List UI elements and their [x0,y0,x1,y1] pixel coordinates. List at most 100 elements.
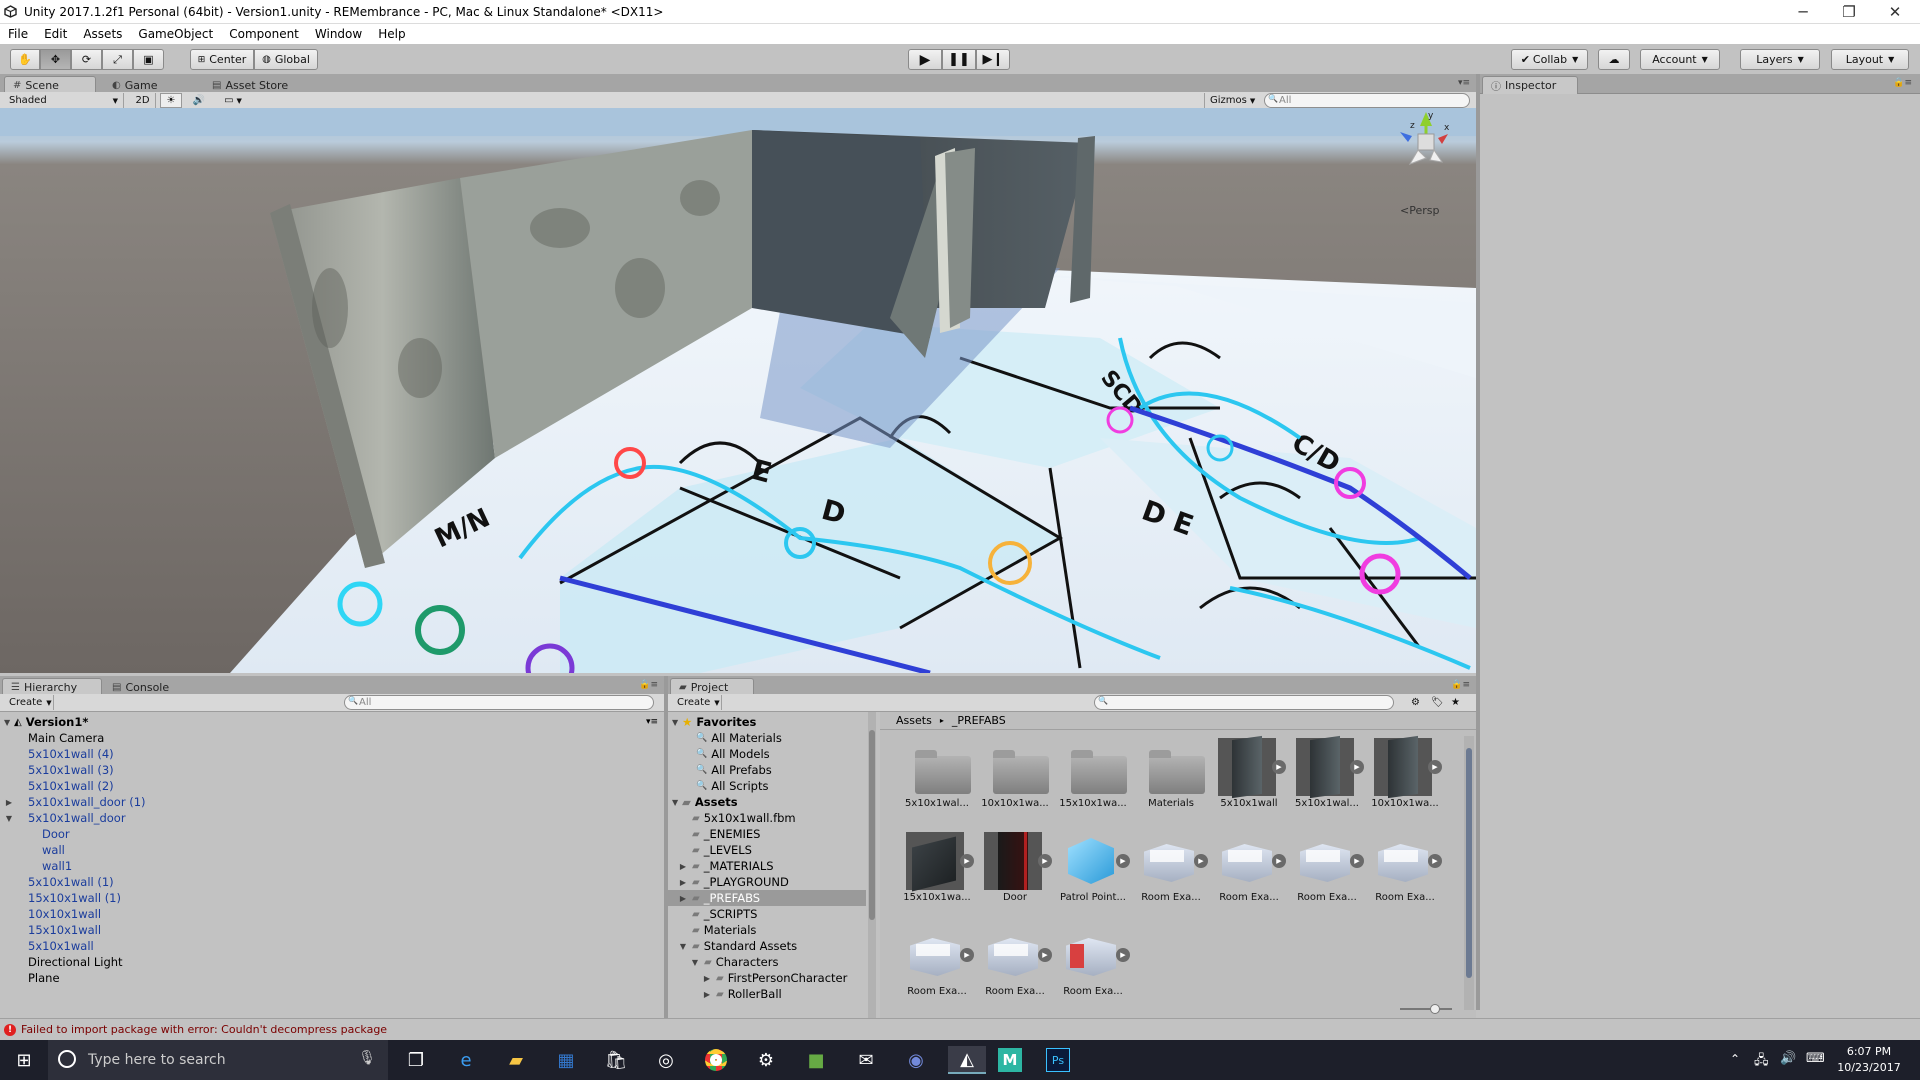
clock[interactable]: 6:07 PM 10/23/2017 [1834,1044,1904,1076]
expand-prefab-icon[interactable]: ▶ [1428,760,1442,774]
project-tree-item[interactable]: ▶ ▰ FirstPersonCharacter [668,970,866,986]
scene-search-input[interactable]: All [1264,93,1470,108]
expand-arrow-icon[interactable]: ▶ [668,862,688,871]
restore-button[interactable]: ❐ [1826,0,1872,24]
tab-inspector[interactable]: ⓘ Inspector [1482,76,1578,94]
store-button[interactable]: 🛍 [602,1046,630,1074]
account-dropdown[interactable]: Account ▼ [1640,49,1720,70]
step-button[interactable]: ▶❙ [976,49,1010,70]
favorites-item[interactable]: 🔍 All Materials [668,730,868,746]
cloud-button[interactable]: ☁ [1598,49,1630,70]
project-tree-item[interactable]: ▶ ▰ _MATERIALS [668,858,866,874]
microphone-icon[interactable]: 🎙 [358,1050,376,1066]
lock-icon[interactable]: 🔒≡ [1893,78,1912,88]
expand-arrow-icon[interactable]: ▼ [668,942,688,951]
scene-viewport[interactable]: M/N E D D E SCD C/D z x y <Persp [0,108,1476,673]
hand-tool-button[interactable]: ✋ [10,49,40,70]
expand-arrow-icon[interactable]: ▶ [668,990,712,999]
menu-file[interactable]: File [8,27,28,41]
breadcrumb-prefabs[interactable]: _PREFABS [952,714,1006,727]
pause-button[interactable]: ❚❚ [942,49,976,70]
expand-prefab-icon[interactable]: ▶ [1038,948,1052,962]
menu-window[interactable]: Window [315,27,362,41]
mail-button[interactable]: ✉ [852,1046,880,1074]
scale-tool-button[interactable]: ⤢ [102,49,133,70]
task-view-button[interactable]: ❐ [402,1046,430,1074]
expand-prefab-icon[interactable]: ▶ [1194,854,1208,868]
close-button[interactable]: ✕ [1872,0,1918,24]
expand-prefab-icon[interactable]: ▶ [1116,948,1130,962]
maya-button[interactable]: M [992,1046,1028,1074]
expand-prefab-icon[interactable]: ▶ [1116,854,1130,868]
discord-button[interactable]: ◉ [902,1046,930,1074]
expand-arrow-icon[interactable]: ▼ [672,798,682,807]
project-tree-item[interactable]: ▼ ▰ Standard Assets [668,938,866,954]
menu-edit[interactable]: Edit [44,27,67,41]
expand-arrow-icon[interactable]: ▶ [668,878,688,887]
favorites-item[interactable]: 🔍 All Scripts [668,778,868,794]
expand-prefab-icon[interactable]: ▶ [1038,854,1052,868]
chrome-button[interactable] [702,1046,730,1074]
asset-folder[interactable]: Materials [1132,734,1205,820]
network-icon[interactable]: 🖧 [1754,1051,1769,1073]
expand-arrow-icon[interactable]: ▶ [668,894,688,903]
asset-folder[interactable]: 10x10x1wa... [976,734,1049,820]
rotate-tool-button[interactable]: ⟳ [71,49,102,70]
expand-prefab-icon[interactable]: ▶ [960,948,974,962]
asset-prefab[interactable]: ▶ Room Exa... [898,922,974,1008]
layers-dropdown[interactable]: Layers ▼ [1740,49,1820,70]
hierarchy-item[interactable]: ▶ 5x10x1wall_door (1) [0,794,664,810]
unity-taskbar-button[interactable]: ◭ [948,1046,986,1074]
hierarchy-item[interactable]: wall [0,842,664,858]
hierarchy-item[interactable]: Directional Light [0,954,664,970]
effects-dropdown[interactable]: ▭ ▼ [216,93,250,108]
hierarchy-item[interactable]: ▼ 5x10x1wall_door [0,810,664,826]
app-button[interactable]: ▦ [552,1046,580,1074]
project-tree-item[interactable]: ▶ ▰ _PLAYGROUND [668,874,866,890]
project-tree-item[interactable]: ▰ _SCRIPTS [668,906,866,922]
filter-type-button[interactable]: ⚙ [1406,695,1424,710]
rect-tool-button[interactable]: ▣ [133,49,164,70]
menu-component[interactable]: Component [229,27,299,41]
favorite-button[interactable]: ★ [1446,695,1464,710]
expand-arrow-icon[interactable]: ▶ [668,974,712,983]
gizmos-dropdown[interactable]: Gizmos ▼ [1204,93,1258,108]
pivot-toggle-button[interactable]: ⊞ Center [190,49,254,70]
play-button[interactable]: ▶ [908,49,942,70]
collab-dropdown[interactable]: ✔ Collab ▼ [1511,49,1588,70]
hierarchy-search-input[interactable]: All [344,695,654,710]
minecraft-button[interactable]: ■ [802,1046,830,1074]
expand-arrow-icon[interactable]: ▼ [672,718,682,727]
project-tree-item[interactable]: ▶ ▰ _PREFABS [668,890,866,906]
asset-folder[interactable]: 15x10x1wa... [1054,734,1127,820]
status-bar[interactable]: ! Failed to import package with error: C… [0,1018,1920,1040]
expand-arrow-icon[interactable]: ▼ [4,718,14,727]
expand-prefab-icon[interactable]: ▶ [1350,760,1364,774]
asset-prefab[interactable]: ▶ Room Exa... [1132,828,1208,914]
expand-prefab-icon[interactable]: ▶ [1272,760,1286,774]
grid-scrollbar-thumb[interactable] [1466,748,1472,978]
hierarchy-item[interactable]: 5x10x1wall (4) [0,746,664,762]
hierarchy-item[interactable]: Plane [0,970,664,986]
project-tree-item[interactable]: ▼ ▰ Characters [668,954,866,970]
favorites-header[interactable]: ▼ ★ Favorites [668,714,868,730]
breadcrumb-assets[interactable]: Assets [896,714,932,727]
app-button[interactable]: ◎ [652,1046,680,1074]
panel-menu-icon[interactable]: 🔒≡ [1451,680,1470,690]
expand-arrow-icon[interactable]: ▼ [0,814,14,823]
lighting-toggle-button[interactable]: ☀ [160,93,182,108]
taskbar-search-box[interactable]: Type here to search 🎙 [48,1040,388,1080]
expand-prefab-icon[interactable]: ▶ [1428,854,1442,868]
hierarchy-item[interactable]: 5x10x1wall [0,938,664,954]
asset-prefab[interactable]: ▶ 5x10x1wall [1210,734,1286,820]
asset-folder[interactable]: 5x10x1wal... [898,734,971,820]
start-button[interactable]: ⊞ [10,1046,38,1074]
asset-prefab[interactable]: ▶ Room Exa... [1210,828,1286,914]
space-toggle-button[interactable]: ◍ Global [254,49,318,70]
menu-gameobject[interactable]: GameObject [138,27,213,41]
steam-button[interactable]: ⚙ [752,1046,780,1074]
project-create-dropdown[interactable]: Create ▼ [672,695,722,710]
hierarchy-item[interactable]: 15x10x1wall [0,922,664,938]
expand-prefab-icon[interactable]: ▶ [1350,854,1364,868]
project-tree-item[interactable]: ▰ Materials [668,922,866,938]
